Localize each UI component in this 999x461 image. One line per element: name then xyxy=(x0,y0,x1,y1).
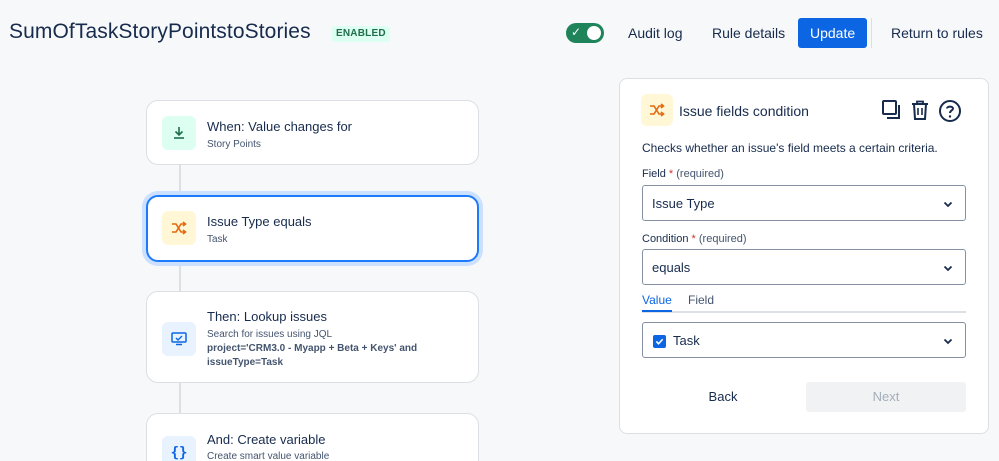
field-select-value: Issue Type xyxy=(652,196,715,211)
trigger-subtitle: Story Points xyxy=(207,139,261,150)
monitor-search-icon xyxy=(162,322,196,356)
flow-connector xyxy=(179,262,181,292)
condition-title: Issue Type equals xyxy=(207,214,312,229)
field-label: Field * (required) xyxy=(642,168,724,180)
return-to-rules-button[interactable]: Return to rules xyxy=(885,18,989,48)
value-select[interactable]: Task xyxy=(642,322,966,358)
flow-connector xyxy=(179,382,181,414)
lookup-issues-card[interactable]: Then: Lookup issues Search for issues us… xyxy=(146,291,479,383)
variable-subtitle: Create smart value variable xyxy=(207,451,330,461)
required-marker: * xyxy=(668,168,674,180)
lookup-subtitle: Search for issues using JQL xyxy=(207,329,333,340)
panel-title: Issue fields condition xyxy=(679,103,809,119)
condition-subtitle: Task xyxy=(207,234,228,245)
copy-icon[interactable] xyxy=(881,99,905,123)
enable-toggle[interactable]: ✓ xyxy=(566,23,604,43)
trash-icon[interactable] xyxy=(909,99,933,123)
issue-fields-condition-panel: Issue fields condition Checks whether an… xyxy=(619,78,989,434)
shuffle-branch-icon xyxy=(162,211,196,245)
download-arrow-icon xyxy=(162,116,196,150)
check-icon: ✓ xyxy=(571,25,582,39)
checkbox-checked-icon[interactable] xyxy=(653,335,666,348)
value-select-value: Task xyxy=(673,333,700,348)
field-select[interactable]: Issue Type xyxy=(642,185,966,221)
value-field-tabs: Value Field xyxy=(642,293,966,313)
trigger-title: When: Value changes for xyxy=(207,119,353,134)
tab-field[interactable]: Field xyxy=(688,293,714,307)
header-divider xyxy=(871,18,872,48)
flow-connector xyxy=(179,164,181,196)
required-text: (required) xyxy=(698,233,747,245)
panel-description: Checks whether an issue's field meets a … xyxy=(642,141,938,155)
field-label-text: Field xyxy=(642,168,666,180)
trigger-card[interactable]: When: Value changes for Story Points xyxy=(146,100,479,165)
rule-details-button[interactable]: Rule details xyxy=(706,18,791,48)
curly-braces-icon: {} xyxy=(162,436,196,461)
lookup-title: Then: Lookup issues xyxy=(207,309,327,324)
required-text: (required) xyxy=(676,168,724,180)
tab-value[interactable]: Value xyxy=(642,293,672,312)
condition-label: Condition * (required) xyxy=(642,233,747,245)
variable-title: And: Create variable xyxy=(207,432,326,447)
toggle-knob xyxy=(587,26,601,40)
chevron-down-icon xyxy=(943,197,953,212)
rule-title: SumOfTaskStoryPointstoStories xyxy=(9,20,311,43)
chevron-down-icon xyxy=(943,261,953,276)
shuffle-branch-icon xyxy=(641,94,673,126)
condition-label-text: Condition xyxy=(642,233,689,245)
condition-select[interactable]: equals xyxy=(642,249,966,285)
question-circle-icon[interactable] xyxy=(938,99,962,123)
chevron-down-icon xyxy=(943,334,953,349)
create-variable-card[interactable]: {} And: Create variable Create smart val… xyxy=(146,413,479,461)
update-button[interactable]: Update xyxy=(798,18,868,48)
condition-card[interactable]: Issue Type equals Task xyxy=(146,195,479,262)
audit-log-button[interactable]: Audit log xyxy=(622,18,688,48)
lookup-jql: project='CRM3.0 - Myapp + Beta + Keys' a… xyxy=(207,343,418,368)
required-marker: * xyxy=(691,233,696,245)
next-button[interactable]: Next xyxy=(806,382,966,412)
status-badge: ENABLED xyxy=(332,26,390,42)
back-button[interactable]: Back xyxy=(642,382,804,412)
condition-select-value: equals xyxy=(652,260,691,275)
